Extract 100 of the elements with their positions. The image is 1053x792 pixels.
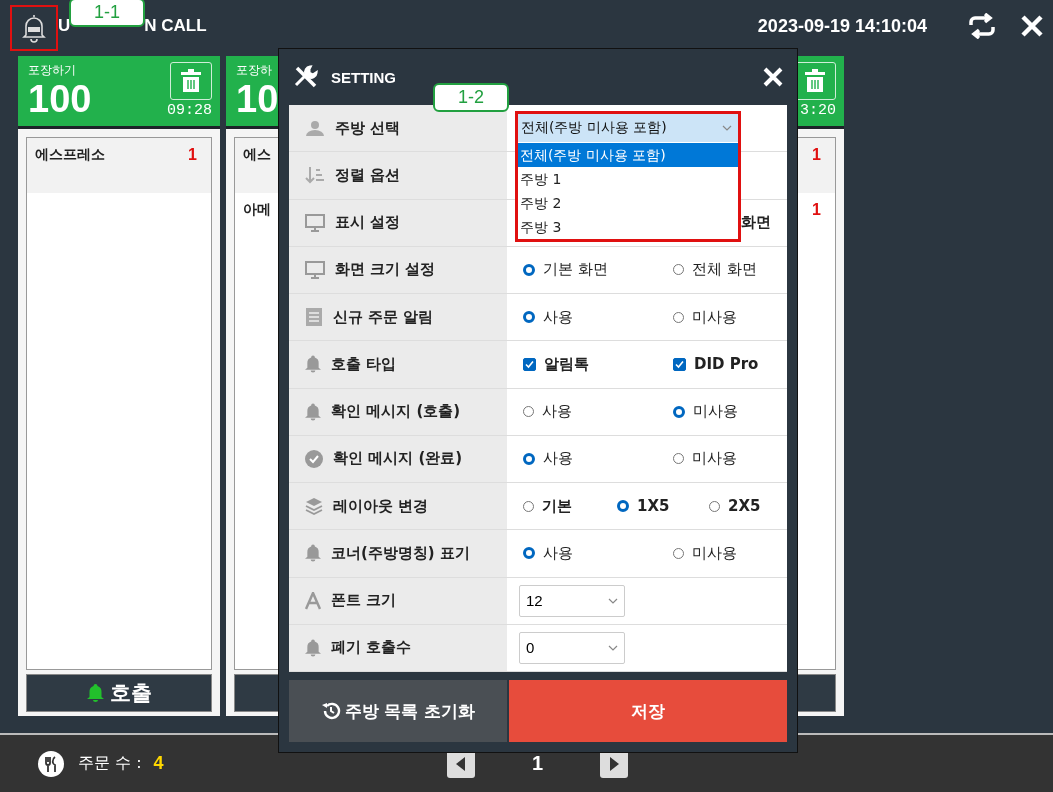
- radio-button[interactable]: [523, 452, 535, 465]
- item-quantity: 1: [188, 146, 197, 164]
- dialog-title: SETTING: [331, 68, 396, 86]
- order-time: 09:28: [167, 102, 212, 119]
- bell-icon: [86, 684, 104, 702]
- select-field[interactable]: 전체(주방 미사용 포함): [518, 114, 738, 143]
- radio-option[interactable]: 미사용: [673, 402, 787, 422]
- bell-icon: [305, 544, 321, 563]
- order-type: 포장하: [236, 62, 273, 79]
- callout-label: 1-2: [433, 83, 509, 112]
- radio-option[interactable]: 사용: [523, 543, 673, 563]
- checkbox[interactable]: [673, 357, 686, 371]
- reset-button[interactable]: 주방 목록 초기화: [289, 680, 507, 742]
- font-size-icon: [305, 591, 321, 610]
- bell-icon[interactable]: [21, 13, 47, 43]
- order-count-label: 주문 수 :: [78, 753, 142, 774]
- checkbox-option[interactable]: DID Pro: [673, 355, 787, 374]
- radio-option[interactable]: 전체 화면: [673, 260, 787, 280]
- checkbox[interactable]: [523, 357, 536, 371]
- chevron-down-icon: [608, 597, 618, 604]
- order-number: 10: [236, 79, 279, 119]
- select-field[interactable]: 0: [519, 631, 625, 664]
- setting-label: 확인 메시지 (호출): [331, 402, 461, 422]
- radio-button[interactable]: [709, 500, 720, 512]
- radio-option[interactable]: 기본 화면: [523, 260, 673, 280]
- close-icon[interactable]: [763, 67, 783, 87]
- history-icon: [320, 701, 341, 721]
- radio-option[interactable]: 사용: [523, 402, 673, 422]
- refresh-icon[interactable]: [967, 13, 997, 39]
- radio-button[interactable]: [673, 405, 685, 418]
- page-number: 1: [530, 752, 545, 775]
- order-count: 4: [153, 753, 164, 774]
- radio-button[interactable]: [523, 311, 535, 324]
- trash-icon: [805, 69, 825, 93]
- setting-label: 화면 크기 설정: [335, 260, 436, 280]
- sort-icon: [305, 166, 325, 185]
- item-name: 에스: [243, 146, 271, 164]
- radio-button[interactable]: [673, 453, 684, 465]
- close-icon[interactable]: [1021, 15, 1043, 37]
- datetime: 2023-09-19 14:10:04: [757, 15, 927, 37]
- radio-button[interactable]: [673, 264, 684, 276]
- setting-label: 코너(주방명칭) 표기: [331, 543, 470, 563]
- bell-icon: [305, 402, 321, 421]
- item-name: 에스프레소: [35, 146, 105, 164]
- setting-label: 표시 설정: [335, 213, 401, 233]
- order-type: 포장하기: [28, 62, 77, 79]
- order-number: 100: [28, 79, 92, 119]
- triangle-right-icon: [609, 756, 619, 771]
- setting-label: 폰트 크기: [331, 591, 397, 611]
- people-icon: [305, 119, 325, 138]
- radio-button[interactable]: [523, 406, 534, 418]
- radio-option[interactable]: 사용: [523, 307, 673, 327]
- radio-option[interactable]: 미사용: [673, 307, 787, 327]
- save-button[interactable]: 저장: [509, 680, 787, 742]
- setting-label: 주방 선택: [335, 118, 401, 138]
- radio-option[interactable]: 1X5: [617, 497, 709, 516]
- radio-button[interactable]: [673, 311, 684, 323]
- tools-icon: [293, 64, 319, 90]
- call-button[interactable]: 호출: [26, 674, 212, 712]
- setting-label: 레이아웃 변경: [333, 496, 429, 516]
- radio-button[interactable]: [617, 500, 629, 513]
- checkbox-option[interactable]: 알림톡: [523, 354, 673, 374]
- radio-option[interactable]: 사용: [523, 449, 673, 469]
- radio-button[interactable]: [523, 263, 535, 276]
- app-title: U: [58, 16, 71, 36]
- chevron-down-icon: [608, 644, 618, 651]
- radio-button[interactable]: [523, 500, 534, 512]
- layers-icon: [305, 497, 323, 516]
- bell-icon: [305, 638, 321, 657]
- cutlery-icon: [38, 750, 64, 777]
- monitor-icon: [305, 213, 325, 232]
- dropdown-option[interactable]: 주방 3: [518, 215, 738, 239]
- bell-icon: [305, 355, 321, 374]
- receipt-icon: [305, 307, 323, 328]
- radio-button[interactable]: [673, 547, 684, 559]
- setting-label: 신규 주문 알림: [333, 307, 434, 327]
- monitor-icon: [305, 260, 325, 279]
- triangle-left-icon: [456, 756, 466, 771]
- callout-label: 1-1: [69, 0, 145, 27]
- item-name: 아메: [243, 201, 271, 219]
- radio-option[interactable]: 기본: [523, 496, 617, 516]
- dropdown-option[interactable]: 주방 1: [518, 167, 738, 191]
- dropdown-option[interactable]: 전체(주방 미사용 포함): [518, 143, 738, 167]
- item-quantity: 1: [812, 146, 821, 164]
- order-time: 3:20: [800, 102, 836, 119]
- setting-label: 호출 타입: [331, 354, 397, 374]
- radio-option[interactable]: 2X5: [709, 497, 787, 516]
- trash-icon: [181, 69, 201, 93]
- setting-label: 폐기 호출수: [331, 638, 412, 658]
- select-field[interactable]: 12: [519, 584, 625, 617]
- app-title: N CALL: [144, 16, 207, 36]
- radio-button[interactable]: [523, 547, 535, 560]
- dropdown-option[interactable]: 주방 2: [518, 191, 738, 215]
- chevron-down-icon: [722, 125, 732, 131]
- radio-option[interactable]: 미사용: [673, 543, 787, 563]
- setting-value: 화면: [741, 213, 771, 233]
- item-quantity: 1: [812, 201, 821, 219]
- setting-label: 확인 메시지 (완료): [333, 449, 463, 469]
- radio-option[interactable]: 미사용: [673, 449, 787, 469]
- setting-label: 정렬 옵션: [335, 165, 401, 185]
